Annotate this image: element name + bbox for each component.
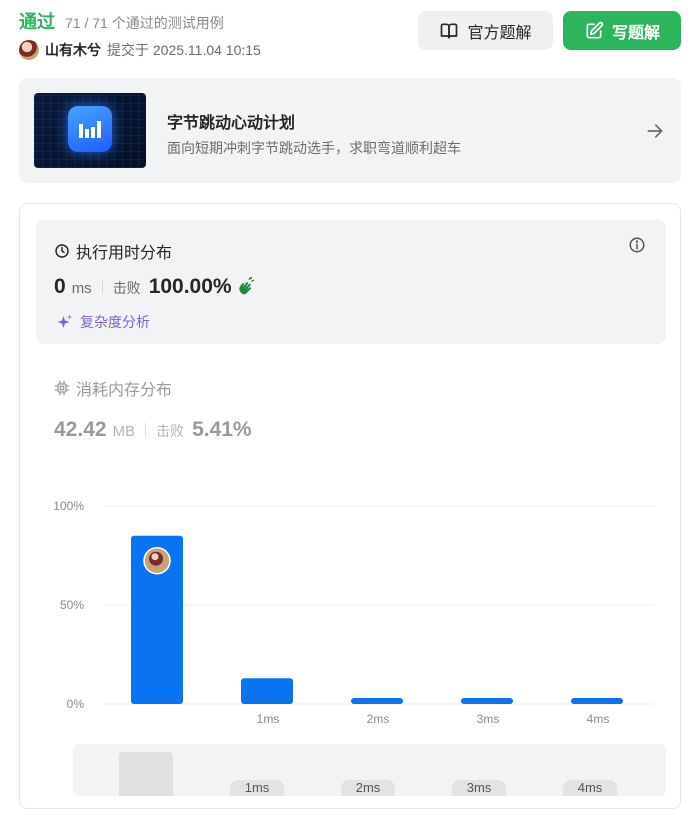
- promo-image: [34, 93, 146, 168]
- official-solution-label: 官方题解: [467, 24, 532, 42]
- arrow-right-icon[interactable]: [645, 121, 665, 141]
- write-solution-label: 写题解: [611, 24, 660, 42]
- write-solution-button[interactable]: 写题解: [563, 11, 681, 50]
- minimap-label: 1ms: [230, 780, 284, 796]
- x-tick-label: 2ms: [367, 712, 390, 726]
- chart-bar[interactable]: [571, 698, 623, 704]
- promo-subtitle: 面向短期冲刺字节跳动选手，求职弯道顺利超车: [167, 140, 461, 156]
- y-tick-label: 0%: [67, 697, 85, 711]
- book-icon: [441, 23, 458, 39]
- y-tick-label: 50%: [60, 598, 84, 612]
- chart-minimap[interactable]: 1ms 2ms 3ms 4ms: [73, 744, 666, 796]
- chart-bar[interactable]: [351, 698, 403, 704]
- runtime-distribution-chart[interactable]: 0% 50% 100% 1ms 2ms 3ms 4ms: [20, 204, 680, 744]
- chart-bar[interactable]: [241, 678, 293, 704]
- author-name[interactable]: 山有木兮: [45, 40, 101, 60]
- edit-icon: [586, 21, 604, 39]
- tests-passed: 71 / 71 个通过的测试用例: [65, 15, 224, 31]
- bytedance-logo-icon: [68, 106, 112, 152]
- official-solution-button[interactable]: 官方题解: [418, 11, 553, 50]
- x-tick-label: 4ms: [587, 712, 610, 726]
- avatar[interactable]: [19, 40, 39, 60]
- distribution-panel: 执行用时分布 0 ms 击败 100.00% 复杂度分析 消耗内存分布 42.4…: [19, 203, 681, 809]
- promo-title: 字节跳动心动计划: [167, 115, 296, 132]
- submission-header: 通过 71 / 71 个通过的测试用例 山有木兮 提交于 2025.11.04 …: [19, 8, 681, 64]
- x-tick-label: 1ms: [257, 712, 280, 726]
- chart-bar[interactable]: [461, 698, 513, 704]
- minimap-label: 2ms: [341, 780, 395, 796]
- x-tick-label: 3ms: [477, 712, 500, 726]
- bar-avatar: [143, 546, 171, 575]
- submitted-time: 提交于 2025.11.04 10:15: [107, 42, 261, 58]
- promo-banner[interactable]: 字节跳动心动计划 面向短期冲刺字节跳动选手，求职弯道顺利超车: [19, 78, 681, 183]
- minimap-label: 3ms: [452, 780, 506, 796]
- status-label: 通过: [19, 12, 55, 32]
- minimap-bar: [119, 752, 173, 796]
- minimap-label: 4ms: [563, 780, 617, 796]
- y-tick-label: 100%: [53, 499, 84, 513]
